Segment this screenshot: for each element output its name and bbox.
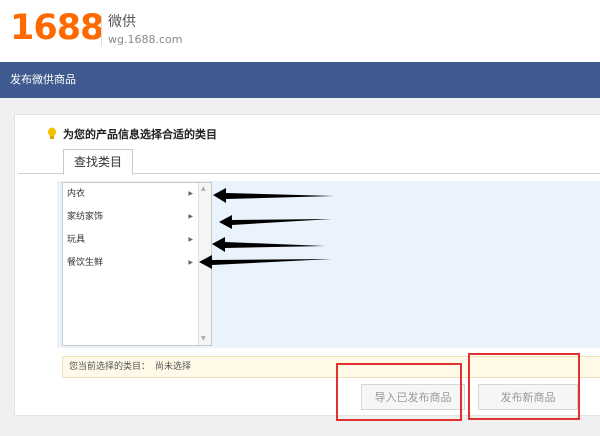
highlight-box-publish — [468, 353, 580, 420]
annotation-arrow — [199, 255, 332, 269]
annotation-arrow — [213, 188, 334, 203]
annotation-arrow — [219, 215, 332, 229]
annotation-arrow — [212, 237, 325, 252]
highlight-box-import — [336, 363, 462, 421]
